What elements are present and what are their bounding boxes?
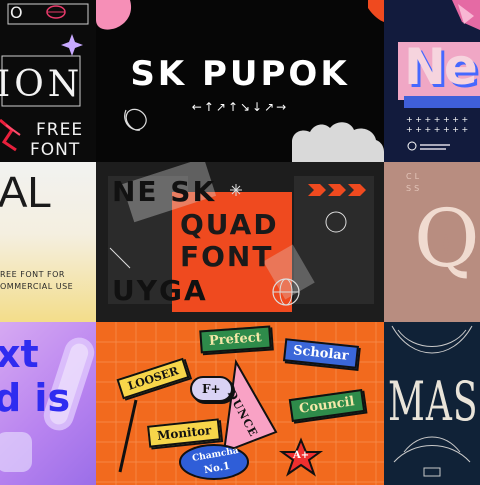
ne-headline: Ne (404, 38, 478, 96)
quad-row2: QUAD (180, 208, 279, 241)
quad-row4: UYGA (112, 274, 208, 307)
pupok-glyph-row: ←↑↗↑↘↓↗→ (191, 100, 289, 114)
glass-line1: xt (0, 332, 39, 376)
al-headline: AL (0, 168, 52, 217)
al-caption-line1: REE FONT FOR (0, 270, 65, 279)
diamond-star-icon (443, 234, 449, 254)
tile-al-font[interactable]: AL REE FONT FOR OMMERCIAL USE (0, 162, 96, 322)
al-caption-line2: OMMERCIAL USE (0, 282, 74, 291)
mash-headline: MASH (388, 372, 480, 434)
badge-prefect: Prefect (199, 325, 272, 354)
classic-small-1: CL (406, 172, 423, 181)
tile-sk-quad[interactable]: NE SK QUAD FONT UYGA (96, 162, 384, 322)
quad-row3: FONT (180, 240, 274, 273)
ion-headline: ION (0, 64, 84, 105)
tile-ne-font[interactable]: + + + + + + + + + + + + + + Ne (384, 0, 480, 162)
font-label: FONT (30, 140, 81, 160)
pupok-title: SK PUPOK (130, 54, 350, 94)
glass-line2: d is (0, 376, 71, 420)
tile-mash-font[interactable]: MASH (384, 322, 480, 485)
svg-text:+ + + + + + +: + + + + + + + (406, 125, 468, 134)
badge-a-plus: A+ (293, 450, 310, 461)
tile-q-classic[interactable]: CL SS Q (384, 162, 480, 322)
font-gallery-grid: O ION FREE FONT SK PUPOK ←↑↗↑↘↓↗→ + + + … (0, 0, 480, 485)
tile-text-glass[interactable]: xt d is (0, 322, 96, 485)
tile-ion-font[interactable]: O ION FREE FONT (0, 0, 96, 162)
quad-row1: NE SK (112, 175, 217, 208)
free-label: FREE (36, 120, 84, 140)
ion-top-letter: O (10, 3, 23, 22)
tile-sk-pupok[interactable]: SK PUPOK ←↑↗↑↘↓↗→ (96, 0, 384, 162)
tile-school-badges[interactable]: Prefect Scholar LOOSER F+ Council Monito… (96, 322, 384, 485)
svg-text:+ + + + + + +: + + + + + + + (406, 115, 468, 124)
